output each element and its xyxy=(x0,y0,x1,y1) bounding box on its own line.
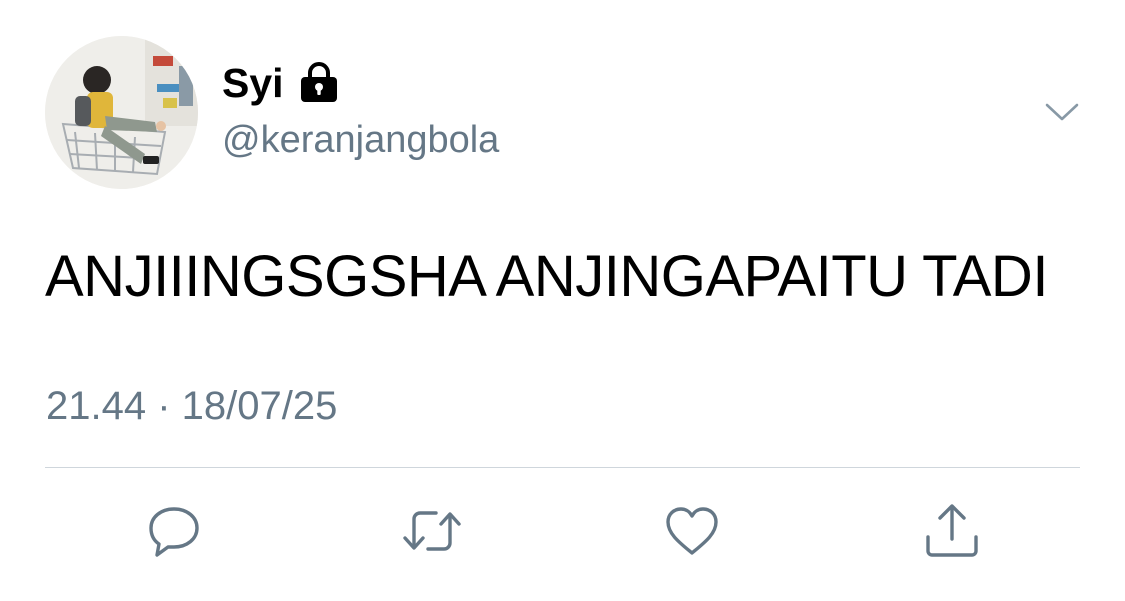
tweet-card: Syi @keranjangbola ANJIIINGSGSHA ANJINGA… xyxy=(0,0,1125,601)
retweet-icon xyxy=(402,503,462,564)
like-button[interactable] xyxy=(662,503,722,563)
user-display-name[interactable]: Syi xyxy=(222,62,340,104)
reply-button[interactable] xyxy=(144,503,204,563)
lock-icon xyxy=(298,62,340,104)
user-avatar[interactable] xyxy=(45,36,198,189)
display-name-text: Syi xyxy=(222,59,284,106)
like-icon xyxy=(664,503,720,564)
user-handle[interactable]: @keranjangbola xyxy=(222,119,499,162)
share-icon xyxy=(922,501,982,566)
tweet-text: ANJIIINGSGSHA ANJINGAPAITU TADI xyxy=(45,244,1048,309)
share-button[interactable] xyxy=(922,503,982,563)
chevron-down-icon[interactable] xyxy=(1044,97,1080,127)
reply-icon xyxy=(146,503,202,564)
retweet-button[interactable] xyxy=(402,503,462,563)
tweet-timestamp[interactable]: 21.44 · 18/07/25 xyxy=(46,384,337,428)
divider xyxy=(45,467,1080,468)
avatar-photo xyxy=(45,36,198,189)
